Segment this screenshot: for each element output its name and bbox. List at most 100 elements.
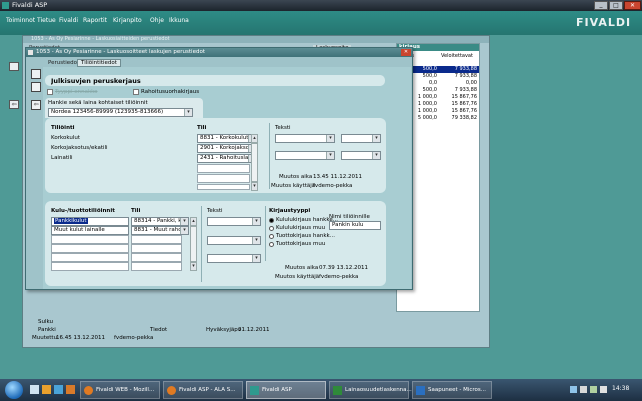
app-title: Fivaldi ASP <box>12 1 48 9</box>
g1-text-select-4[interactable]: ▾ <box>341 151 381 160</box>
radio-kulukirjaus-hankke[interactable] <box>269 218 274 223</box>
taskbar-button[interactable]: Lainaosuudetlaskenna... <box>329 381 412 399</box>
minimize-button[interactable]: _ <box>594 1 608 10</box>
hyvaksyja-value: 31.12.2011 <box>238 327 270 333</box>
dialog-icon <box>28 50 33 55</box>
tab-tiliointitiedot[interactable]: Tiliöintitiedot <box>77 59 121 67</box>
col-header-veloitettavat: Veloitettavat <box>441 53 473 59</box>
taskbar-button-active[interactable]: Fivaldi ASP <box>246 381 326 399</box>
quicklaunch-icon[interactable] <box>66 385 75 394</box>
lainatili-account-select[interactable]: 2431 - Rahoituslai...▾ <box>197 154 257 163</box>
scroll-down-icon[interactable]: ▾ <box>190 262 197 271</box>
empty-account-cell[interactable] <box>131 244 182 253</box>
g2-muutos-kayttaja-label: Muutos käyttäjä <box>275 274 320 280</box>
dialog-close-button[interactable]: ✕ <box>401 49 411 56</box>
menu-item-fivaldi[interactable]: Fivaldi <box>59 17 78 24</box>
save-icon[interactable] <box>31 69 41 79</box>
pankkikulut-name-value: Pankkikulut <box>54 218 88 224</box>
taskbar-label: Saapuneet - Micros... <box>428 387 487 393</box>
empty-name-cell[interactable] <box>51 262 129 271</box>
tiedot-label: Tiedot <box>150 327 168 333</box>
empty-account-cell[interactable] <box>131 253 182 262</box>
rahoitus-checkbox[interactable] <box>133 89 139 95</box>
tilioinnin-nimi-field[interactable]: Pankin kulu <box>329 221 381 230</box>
chevron-down-icon: ▾ <box>326 135 334 142</box>
dialog-window: 1053 - As Oy Pesiarinne - Laskuosoitteet… <box>25 47 413 290</box>
radio-tuottokirjaus-muu[interactable] <box>269 242 274 247</box>
bank-label: Hankie sekä laina kohtaiset tiliöinnit <box>48 100 148 106</box>
g2-header-kirjaustyyppi: Kirjaustyyppi <box>269 208 311 214</box>
muut-kulut-name-field[interactable]: Muut kulut lainalle <box>51 226 129 235</box>
tab-perustiedot[interactable]: Perustiedot <box>46 60 81 66</box>
cell-eriytys: 1 000,0 <box>417 101 437 107</box>
quicklaunch-icon[interactable] <box>30 385 39 394</box>
korkojaksotus-account-select[interactable]: 2901 - Korkojakso...▾ <box>197 144 257 153</box>
empty-account-cell[interactable] <box>197 174 250 183</box>
outlook-icon <box>416 386 425 395</box>
muut-kulut-account-select[interactable]: 8831 - Muut rahoi... ▾ <box>131 226 189 235</box>
pankkikulut-name-field[interactable]: Pankkikulut <box>51 217 129 226</box>
taskbar-button[interactable]: Fivaldi WEB - Mozill... <box>80 381 160 399</box>
menu-item-toiminnot[interactable]: Toiminnot <box>6 17 35 24</box>
taskbar-button[interactable]: Saapuneet - Micros... <box>412 381 492 399</box>
volume-icon[interactable] <box>600 386 607 393</box>
menu-item-ohje[interactable]: Ohje <box>150 17 164 24</box>
cell-veloitettavat: 15 867,76 <box>451 101 477 107</box>
empty-account-cell[interactable] <box>197 164 250 173</box>
tray-icon[interactable] <box>580 386 587 393</box>
g2-text-select-3[interactable]: ▾ <box>207 254 261 263</box>
app-titlebar: Fivaldi ASP _ □ ✕ <box>0 0 642 11</box>
bank-select[interactable]: Nordea 123456-89999 (123935-813666) ▾ <box>48 108 193 117</box>
g1-divider <box>269 123 270 189</box>
empty-account-cell[interactable] <box>131 262 182 271</box>
document-icon[interactable] <box>31 82 41 92</box>
muutettu-value: 16.45 13.12.2011 <box>56 335 105 341</box>
cell-veloitettavat: 7 933,88 <box>454 87 477 93</box>
menu-item-kirjanpito[interactable]: Kirjanpito <box>113 17 142 24</box>
g1-text-select-1[interactable]: ▾ <box>275 134 335 143</box>
tray-icon[interactable] <box>570 386 577 393</box>
g2-text-select-2[interactable]: ▾ <box>207 236 261 245</box>
quicklaunch-icon[interactable] <box>42 385 51 394</box>
empty-name-cell[interactable] <box>51 253 129 262</box>
network-icon[interactable] <box>590 386 597 393</box>
pankkikulut-account-select[interactable]: 88314 - Pankki, k... ▾ <box>131 217 189 226</box>
chevron-down-icon: ▾ <box>252 218 260 225</box>
radio-tuottokirjaus-hankk[interactable] <box>269 234 274 239</box>
chevron-down-icon: ▾ <box>180 227 188 234</box>
nav-arrow-icon[interactable]: ⇦ <box>9 100 19 109</box>
scroll-up-icon[interactable]: ▴ <box>190 217 197 226</box>
cell-eriytys: 1 000,0 <box>417 108 437 114</box>
maximize-button[interactable]: □ <box>609 1 623 10</box>
scroll-up-icon[interactable]: ▴ <box>251 134 258 143</box>
tyyppi-label: Tyyppi ennakko <box>55 89 98 95</box>
g1-header-tiliointi: Tiliöinti <box>51 125 75 131</box>
taskbar-label: Lainaosuudetlaskenna... <box>345 387 412 393</box>
back-arrow-icon[interactable]: ⇦ <box>31 100 41 110</box>
scrollbar-track[interactable] <box>251 143 258 182</box>
empty-account-cell[interactable] <box>197 184 250 190</box>
korkokulut-account-select[interactable]: 8831 - Korkokulut...▾ <box>197 134 257 143</box>
g1-text-select-2[interactable]: ▾ <box>341 134 381 143</box>
muut-kulut-name-value: Muut kulut lainalle <box>54 227 105 233</box>
scrollbar-track[interactable] <box>190 226 197 262</box>
menu-item-ikkuna[interactable]: Ikkuna <box>169 17 189 24</box>
empty-name-cell[interactable] <box>51 244 129 253</box>
menu-item-raportit[interactable]: Raportit <box>83 17 107 24</box>
taskbar-button[interactable]: Fivaldi ASP - ALA S... <box>163 381 243 399</box>
empty-account-cell[interactable] <box>131 235 182 244</box>
g1-text-select-3[interactable]: ▾ <box>275 151 335 160</box>
g2-text-select-1[interactable]: ▾ <box>207 217 261 226</box>
scroll-down-icon[interactable]: ▾ <box>251 182 258 191</box>
tyyppi-checkbox[interactable] <box>47 89 53 95</box>
radio-tuottokirjaus-hankk-label: Tuottokirjaus hankk... <box>276 233 335 239</box>
quicklaunch-icon[interactable] <box>54 385 63 394</box>
empty-name-cell[interactable] <box>51 235 129 244</box>
menu-item-tietue[interactable]: Tietue <box>37 17 56 24</box>
radio-kulukirjaus-muu[interactable] <box>269 226 274 231</box>
nav-panel-icon[interactable] <box>9 62 19 71</box>
fivaldi-logo: FIVALDI <box>576 16 632 29</box>
start-orb-icon[interactable] <box>5 381 23 399</box>
taskbar-clock[interactable]: 14:38 <box>612 385 629 392</box>
close-button[interactable]: ✕ <box>624 1 641 10</box>
